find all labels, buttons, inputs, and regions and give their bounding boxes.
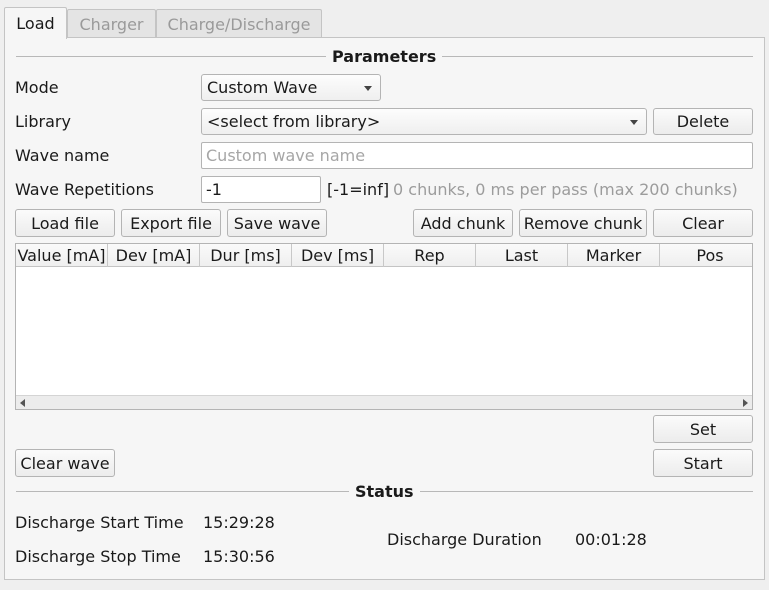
column-header-value[interactable]: Value [mA]: [16, 244, 108, 267]
library-label: Library: [15, 112, 71, 131]
column-header-dev-ma[interactable]: Dev [mA]: [108, 244, 200, 267]
save-wave-button[interactable]: Save wave: [227, 209, 327, 237]
status-title: Status: [349, 482, 420, 501]
remove-chunk-button[interactable]: Remove chunk: [519, 209, 647, 237]
discharge-duration-value: 00:01:28: [575, 530, 647, 549]
table-header: Value [mA] Dev [mA] Dur [ms] Dev [ms] Re…: [16, 244, 752, 267]
clear-wave-button[interactable]: Clear wave: [15, 449, 115, 477]
wave-name-input[interactable]: [201, 142, 753, 169]
set-button[interactable]: Set: [653, 415, 753, 443]
chevron-down-icon: [364, 85, 372, 91]
parameters-title: Parameters: [326, 47, 443, 66]
discharge-start-time-value: 15:29:28: [203, 513, 275, 532]
horizontal-scrollbar[interactable]: [16, 395, 752, 409]
arrow-right-icon[interactable]: [743, 399, 748, 407]
discharge-duration-label: Discharge Duration: [387, 530, 542, 549]
start-button[interactable]: Start: [653, 449, 753, 477]
column-header-dev-ms[interactable]: Dev [ms]: [292, 244, 384, 267]
discharge-stop-time-label: Discharge Stop Time: [15, 547, 181, 566]
load-file-button[interactable]: Load file: [15, 209, 115, 237]
library-select[interactable]: <select from library>: [201, 108, 647, 135]
repetitions-hint: [-1=inf]: [327, 180, 390, 199]
add-chunk-button[interactable]: Add chunk: [413, 209, 513, 237]
wave-repetitions-input[interactable]: [201, 176, 321, 203]
tab-charger[interactable]: Charger: [67, 9, 156, 38]
arrow-left-icon[interactable]: [20, 399, 25, 407]
mode-select[interactable]: Custom Wave: [201, 74, 381, 101]
column-header-pos[interactable]: Pos: [660, 244, 752, 267]
column-header-rep[interactable]: Rep: [384, 244, 476, 267]
discharge-stop-time-value: 15:30:56: [203, 547, 275, 566]
export-file-button[interactable]: Export file: [121, 209, 221, 237]
delete-button[interactable]: Delete: [653, 108, 753, 135]
tab-charge-discharge[interactable]: Charge/Discharge: [156, 9, 322, 38]
mode-select-value: Custom Wave: [207, 78, 318, 97]
column-header-dur[interactable]: Dur [ms]: [200, 244, 292, 267]
wave-chunk-table[interactable]: Value [mA] Dev [mA] Dur [ms] Dev [ms] Re…: [15, 243, 753, 410]
chunks-info: 0 chunks, 0 ms per pass (max 200 chunks): [393, 180, 738, 199]
library-select-value: <select from library>: [207, 112, 381, 131]
column-header-last[interactable]: Last: [476, 244, 568, 267]
mode-label: Mode: [15, 78, 59, 97]
tab-load[interactable]: Load: [4, 7, 67, 39]
wave-repetitions-label: Wave Repetitions: [15, 180, 154, 199]
column-header-marker[interactable]: Marker: [568, 244, 660, 267]
clear-button[interactable]: Clear: [653, 209, 753, 237]
chevron-down-icon: [630, 119, 638, 125]
wave-name-label: Wave name: [15, 146, 110, 165]
discharge-start-time-label: Discharge Start Time: [15, 513, 184, 532]
